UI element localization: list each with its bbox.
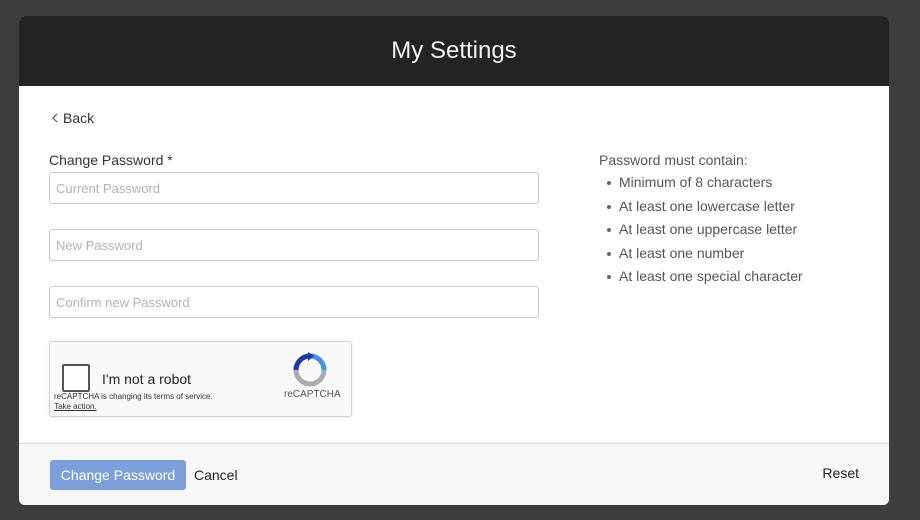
recaptcha-label: I'm not a robot [102,371,192,387]
modal-title: My Settings [391,37,517,64]
password-requirements: Password must contain: Minimum of 8 char… [599,152,869,292]
recaptcha-widget: I'm not a robot reCAPTCHA is changing it… [49,341,352,417]
recaptcha-brand: reCAPTCHA [284,389,341,400]
requirement-item: Minimum of 8 characters [599,174,869,191]
recaptcha-checkbox[interactable] [62,364,90,392]
password-form: Change Password * [49,152,539,318]
confirm-password-input[interactable] [49,286,539,318]
change-password-button[interactable]: Change Password [50,460,186,490]
back-label: Back [63,110,95,126]
current-password-input[interactable] [49,172,539,204]
settings-modal: My Settings Back Change Password * I'm n… [19,16,889,505]
modal-footer: Change Password Cancel Reset [19,443,889,505]
modal-header: My Settings [19,16,889,86]
recaptcha-take-action-link[interactable]: Take action. [54,402,97,411]
requirement-item: At least one lowercase letter [599,198,869,215]
recaptcha-terms: reCAPTCHA is changing its terms of servi… [54,392,213,412]
cancel-button[interactable]: Cancel [194,460,238,490]
requirement-item: At least one special character [599,268,869,285]
change-password-label: Change Password * [49,152,173,168]
requirements-list: Minimum of 8 characters At least one low… [599,174,869,285]
back-link[interactable]: Back [49,110,94,126]
requirement-item: At least one uppercase letter [599,221,869,238]
requirement-item: At least one number [599,245,869,262]
modal-body: Back Change Password * I'm not a robot r… [19,86,889,443]
reset-button[interactable]: Reset [822,458,859,488]
requirements-title: Password must contain: [599,152,748,168]
new-password-input[interactable] [49,229,539,261]
recaptcha-terms-text: reCAPTCHA is changing its terms of servi… [54,392,213,401]
recaptcha-logo-icon [293,352,327,387]
chevron-left-icon [52,113,58,123]
